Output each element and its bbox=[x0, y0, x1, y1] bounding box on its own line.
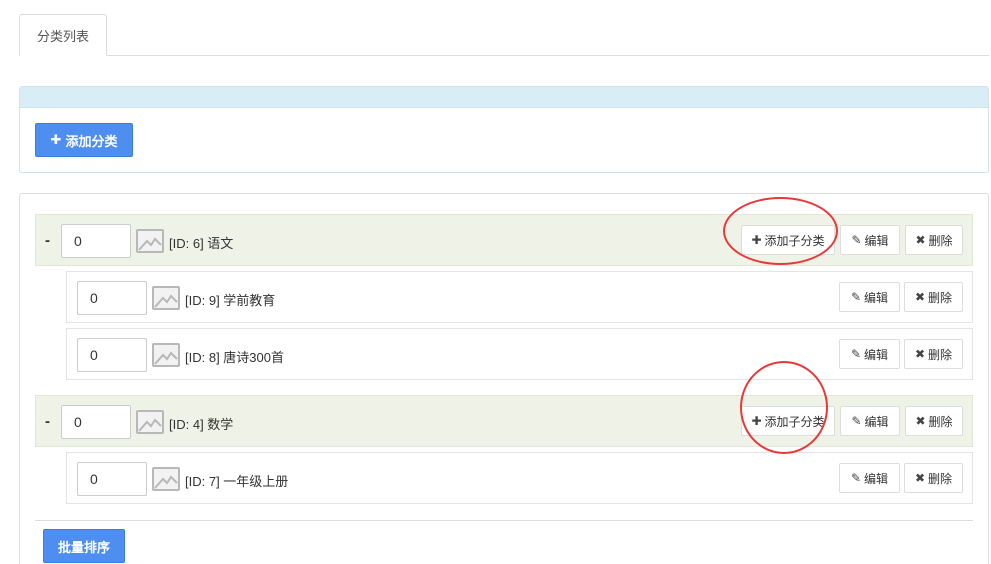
edit-icon: ✎ bbox=[850, 290, 862, 304]
plus-icon: ✚ bbox=[50, 132, 62, 147]
sort-input[interactable] bbox=[77, 338, 147, 372]
add-category-button[interactable]: ✚ 添加分类 bbox=[35, 123, 133, 157]
delete-button[interactable]: ✖ 删除 bbox=[904, 339, 963, 369]
edit-button[interactable]: ✎ 编辑 bbox=[840, 225, 900, 255]
collapse-toggle[interactable]: - bbox=[45, 413, 50, 430]
plus-icon: ✚ bbox=[751, 414, 762, 428]
panel-header bbox=[20, 87, 988, 108]
close-icon: ✖ bbox=[914, 347, 926, 361]
edit-button[interactable]: ✎ 编辑 bbox=[839, 282, 900, 312]
image-placeholder-icon bbox=[152, 286, 180, 310]
image-placeholder-icon bbox=[136, 410, 164, 434]
add-child-category-button[interactable]: ✚ 添加子分类 bbox=[741, 225, 835, 255]
tab-category-list[interactable]: 分类列表 bbox=[19, 14, 107, 56]
category-label: [ID: 9] 学前教育 bbox=[185, 293, 276, 308]
toolbar-panel: ✚ 添加分类 bbox=[19, 86, 989, 173]
category-label: [ID: 7] 一年级上册 bbox=[185, 474, 289, 489]
edit-icon: ✎ bbox=[851, 414, 862, 428]
delete-button[interactable]: ✖ 删除 bbox=[904, 282, 963, 312]
category-label: [ID: 8] 唐诗300首 bbox=[185, 350, 284, 365]
category-label: [ID: 4] 数学 bbox=[169, 417, 234, 432]
image-placeholder-icon bbox=[152, 343, 180, 367]
edit-button[interactable]: ✎ 编辑 bbox=[839, 463, 900, 493]
edit-icon: ✎ bbox=[850, 471, 862, 485]
delete-button[interactable]: ✖ 删除 bbox=[905, 406, 963, 436]
category-row: - [ID: 6] 语文 ✚ 添加子分类 ✎ 编辑 ✖ 删除 bbox=[35, 214, 973, 266]
category-label: [ID: 6] 语文 bbox=[169, 236, 234, 251]
category-row: - [ID: 4] 数学 ✚ 添加子分类 ✎ 编辑 ✖ 删除 bbox=[35, 395, 973, 447]
plus-icon: ✚ bbox=[751, 233, 762, 247]
edit-icon: ✎ bbox=[850, 347, 862, 361]
add-category-label: 添加分类 bbox=[65, 133, 118, 149]
divider bbox=[35, 520, 973, 521]
tab-bar: 分类列表 bbox=[19, 14, 989, 56]
sort-input[interactable] bbox=[61, 224, 131, 258]
edit-button[interactable]: ✎ 编辑 bbox=[839, 339, 900, 369]
category-row: [ID: 9] 学前教育 ✎ 编辑 ✖ 删除 bbox=[66, 271, 973, 323]
sort-input[interactable] bbox=[77, 281, 147, 315]
sort-input[interactable] bbox=[77, 462, 147, 496]
category-row: [ID: 7] 一年级上册 ✎ 编辑 ✖ 删除 bbox=[66, 452, 973, 504]
edit-button[interactable]: ✎ 编辑 bbox=[840, 406, 900, 436]
close-icon: ✖ bbox=[914, 471, 926, 485]
category-list-panel: - [ID: 6] 语文 ✚ 添加子分类 ✎ 编辑 ✖ 删除 [ID: 9] 学… bbox=[19, 193, 989, 564]
collapse-toggle[interactable]: - bbox=[45, 232, 50, 249]
edit-icon: ✎ bbox=[851, 233, 862, 247]
image-placeholder-icon bbox=[136, 229, 164, 253]
close-icon: ✖ bbox=[914, 290, 926, 304]
add-child-category-button[interactable]: ✚ 添加子分类 bbox=[741, 406, 835, 436]
close-icon: ✖ bbox=[915, 414, 926, 428]
close-icon: ✖ bbox=[915, 233, 926, 247]
category-row: [ID: 8] 唐诗300首 ✎ 编辑 ✖ 删除 bbox=[66, 328, 973, 380]
image-placeholder-icon bbox=[152, 467, 180, 491]
delete-button[interactable]: ✖ 删除 bbox=[904, 463, 963, 493]
sort-input[interactable] bbox=[61, 405, 131, 439]
batch-sort-button[interactable]: 批量排序 bbox=[43, 529, 125, 563]
delete-button[interactable]: ✖ 删除 bbox=[905, 225, 963, 255]
